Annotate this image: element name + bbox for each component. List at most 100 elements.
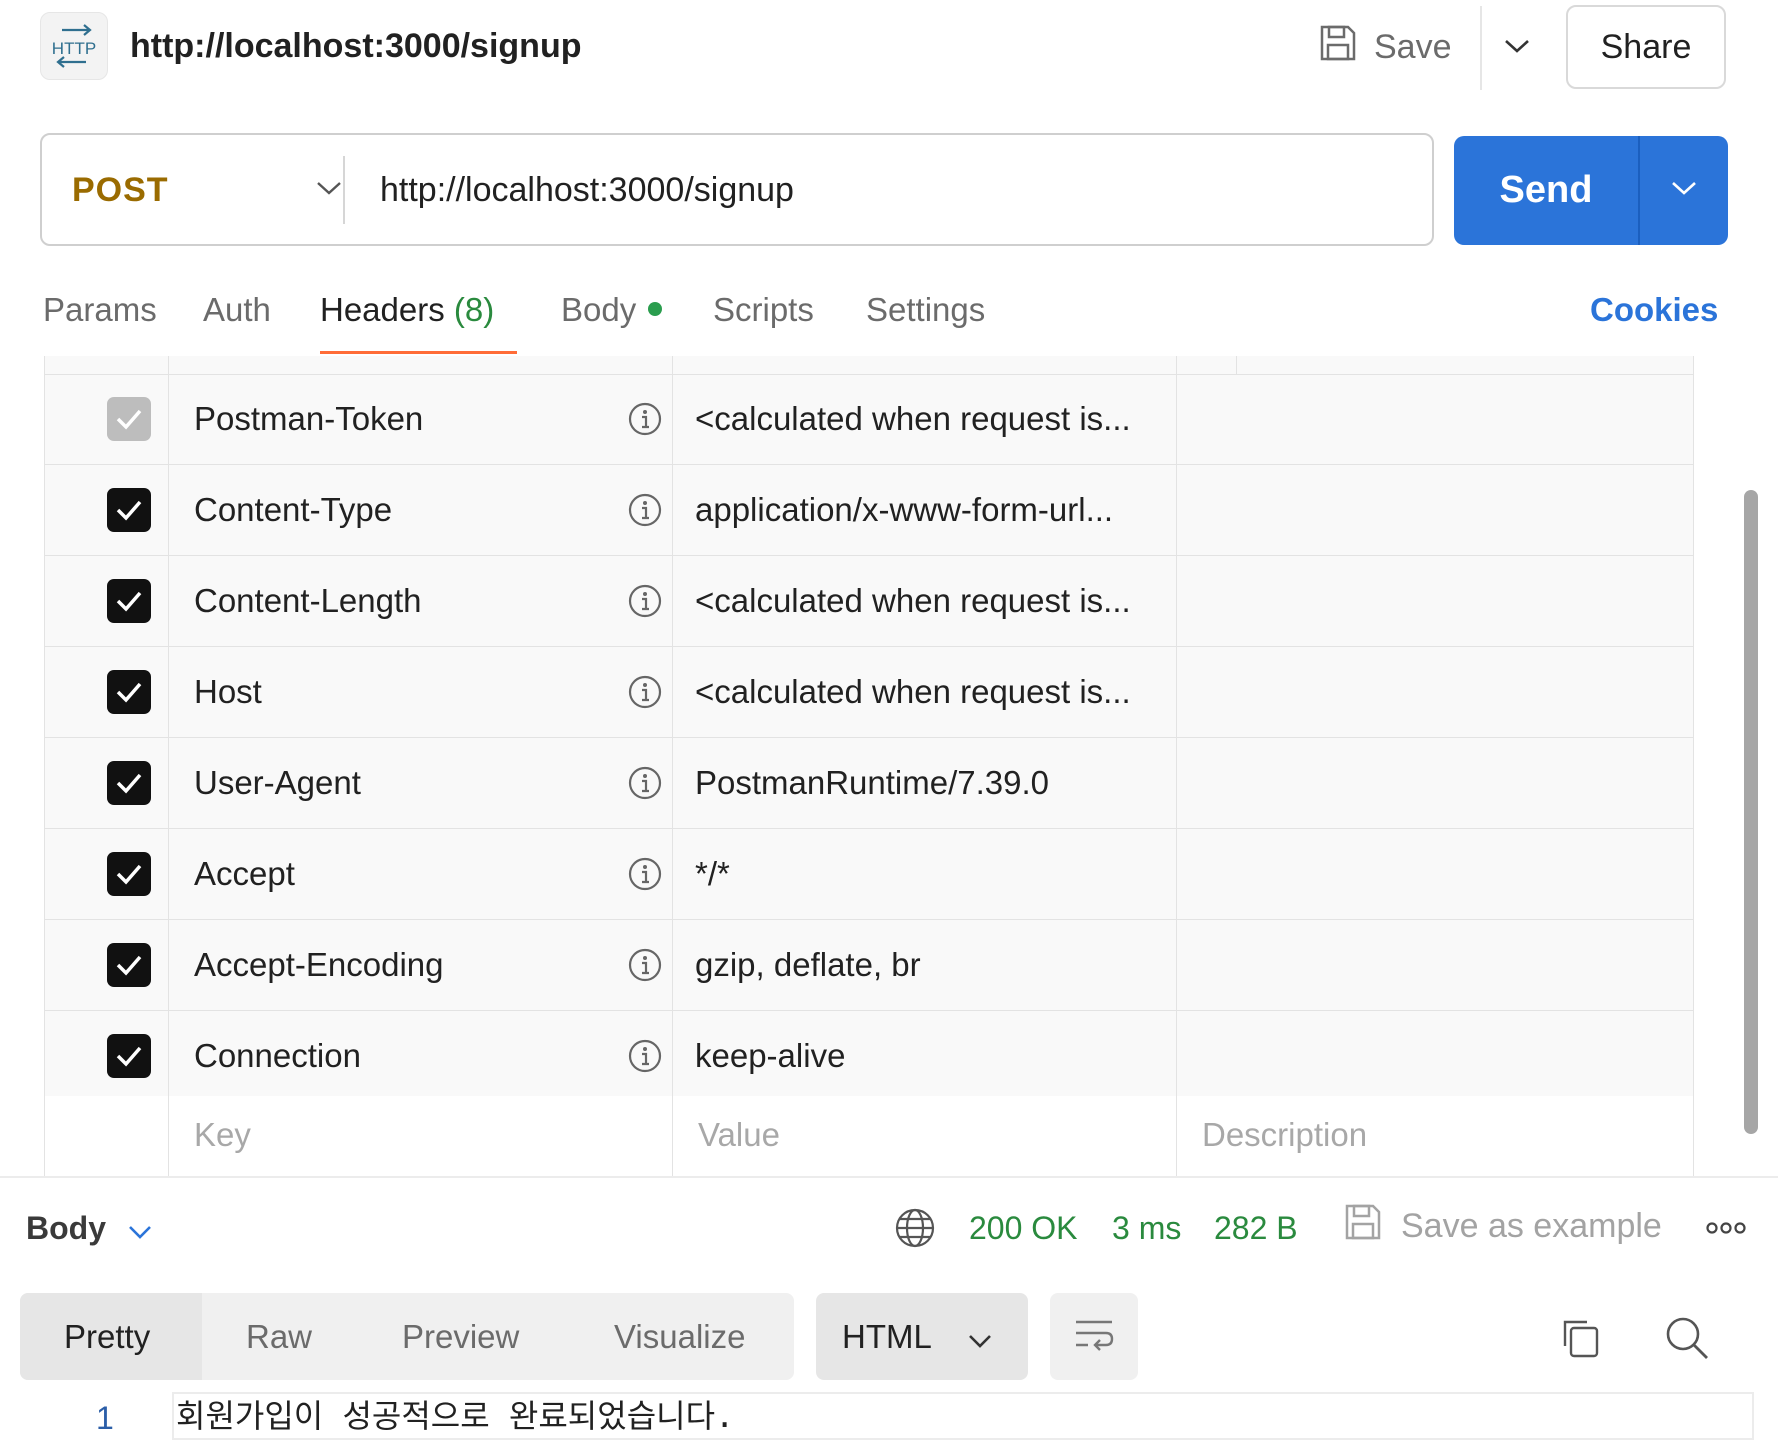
save-button[interactable]: Save xyxy=(1318,16,1452,78)
description-input[interactable]: Description xyxy=(1202,1096,1367,1174)
header-value[interactable]: */* xyxy=(695,829,1175,919)
header-value[interactable]: application/x-www-form-url... xyxy=(695,465,1175,555)
tab-headers[interactable]: Headers (8) xyxy=(320,286,494,334)
wrap-lines-button[interactable] xyxy=(1050,1293,1138,1380)
divider xyxy=(1480,6,1482,90)
status-code[interactable]: 200 OK xyxy=(969,1198,1078,1258)
wrap-lines-icon xyxy=(1072,1316,1116,1357)
save-icon xyxy=(1343,1202,1383,1251)
response-size[interactable]: 282 B xyxy=(1214,1198,1298,1258)
header-key[interactable]: Accept xyxy=(194,829,295,919)
table-row: Accept */* xyxy=(45,829,1693,920)
response-body-text[interactable]: 회원가입이 성공적으로 완료되었습니다. xyxy=(176,1388,734,1444)
header-value[interactable]: <calculated when request is... xyxy=(695,556,1175,646)
table-row: Connection keep-alive xyxy=(45,1011,1693,1102)
table-row: Host <calculated when request is... xyxy=(45,647,1693,738)
divider xyxy=(343,156,345,224)
send-options-button[interactable] xyxy=(1640,136,1728,245)
header-value[interactable]: <calculated when request is... xyxy=(695,374,1175,464)
response-view-tabs: Pretty Raw Preview Visualize xyxy=(20,1293,794,1380)
chevron-down-icon xyxy=(1671,180,1697,201)
tab-scripts[interactable]: Scripts xyxy=(713,286,814,334)
copy-icon[interactable] xyxy=(1553,1310,1609,1366)
tab-settings[interactable]: Settings xyxy=(866,286,985,334)
header-enabled-checkbox[interactable] xyxy=(107,761,151,805)
table-row xyxy=(45,356,1693,375)
info-icon[interactable] xyxy=(627,583,663,619)
header-enabled-checkbox[interactable] xyxy=(107,1034,151,1078)
search-icon[interactable] xyxy=(1659,1310,1715,1366)
header-key[interactable]: Host xyxy=(194,647,262,737)
view-raw[interactable]: Raw xyxy=(246,1293,312,1380)
http-protocol-icon: HTTP xyxy=(40,12,108,80)
header-key[interactable]: Connection xyxy=(194,1011,361,1101)
info-icon[interactable] xyxy=(627,1038,663,1074)
format-label: HTML xyxy=(842,1317,932,1355)
active-tab-indicator xyxy=(320,351,517,354)
svg-text:HTTP: HTTP xyxy=(52,39,96,58)
header-key[interactable]: Content-Length xyxy=(194,556,422,646)
info-icon[interactable] xyxy=(627,765,663,801)
headers-count-badge: (8) xyxy=(453,291,495,328)
info-icon[interactable] xyxy=(627,674,663,710)
header-enabled-checkbox[interactable] xyxy=(107,397,151,441)
tab-auth[interactable]: Auth xyxy=(203,286,271,334)
scrollbar-thumb[interactable] xyxy=(1744,490,1758,1134)
header-enabled-checkbox[interactable] xyxy=(107,943,151,987)
header-key[interactable]: Postman-Token xyxy=(194,374,423,464)
tab-body-label: Body xyxy=(561,291,637,328)
table-row: User-Agent PostmanRuntime/7.39.0 xyxy=(45,738,1693,829)
globe-icon[interactable] xyxy=(894,1207,936,1254)
chevron-down-icon xyxy=(316,180,342,201)
tab-body[interactable]: Body xyxy=(561,286,663,334)
line-number: 1 xyxy=(96,1400,114,1436)
save-as-example-label: Save as example xyxy=(1401,1206,1662,1245)
header-value[interactable]: <calculated when request is... xyxy=(695,647,1175,737)
share-button[interactable]: Share xyxy=(1566,5,1726,89)
table-row: Accept-Encoding gzip, deflate, br xyxy=(45,920,1693,1011)
table-row: Content-Length <calculated when request … xyxy=(45,556,1693,647)
save-icon xyxy=(1318,23,1358,72)
request-title[interactable]: http://localhost:3000/signup xyxy=(130,22,581,70)
key-input[interactable]: Key xyxy=(194,1096,251,1174)
header-value[interactable]: keep-alive xyxy=(695,1011,1175,1101)
divider xyxy=(0,1176,1778,1178)
chevron-down-icon xyxy=(968,1318,992,1356)
header-key[interactable]: Content-Type xyxy=(194,465,392,555)
tab-headers-label: Headers xyxy=(320,291,445,328)
value-input[interactable]: Value xyxy=(698,1096,780,1174)
more-options-icon[interactable] xyxy=(1704,1206,1748,1250)
cookies-link[interactable]: Cookies xyxy=(1590,286,1718,334)
response-section-select[interactable]: Body xyxy=(26,1198,152,1258)
method-select[interactable]: POST xyxy=(72,150,342,230)
info-icon[interactable] xyxy=(627,947,663,983)
tab-params[interactable]: Params xyxy=(43,286,157,334)
url-input[interactable]: http://localhost:3000/signup xyxy=(380,150,1410,230)
response-section-label: Body xyxy=(26,1209,106,1246)
response-time[interactable]: 3 ms xyxy=(1112,1198,1181,1258)
save-label: Save xyxy=(1374,27,1452,66)
info-icon[interactable] xyxy=(627,401,663,437)
header-enabled-checkbox[interactable] xyxy=(107,579,151,623)
send-button[interactable]: Send xyxy=(1454,136,1638,245)
header-enabled-checkbox[interactable] xyxy=(107,488,151,532)
header-enabled-checkbox[interactable] xyxy=(107,852,151,896)
save-options-button[interactable] xyxy=(1492,20,1542,76)
table-row: Postman-Token <calculated when request i… xyxy=(45,374,1693,465)
headers-table: Postman-Token <calculated when request i… xyxy=(44,356,1694,1177)
info-icon[interactable] xyxy=(627,492,663,528)
view-preview[interactable]: Preview xyxy=(402,1293,519,1380)
view-visualize[interactable]: Visualize xyxy=(614,1293,745,1380)
method-label: POST xyxy=(72,170,169,209)
send-button-group: Send xyxy=(1454,136,1728,245)
view-pretty[interactable]: Pretty xyxy=(64,1293,150,1380)
header-value[interactable]: gzip, deflate, br xyxy=(695,920,1175,1010)
save-as-example-button[interactable]: Save as example xyxy=(1343,1196,1662,1256)
header-value[interactable]: PostmanRuntime/7.39.0 xyxy=(695,738,1175,828)
header-key[interactable]: Accept-Encoding xyxy=(194,920,443,1010)
format-select[interactable]: HTML xyxy=(816,1293,1028,1380)
header-key[interactable]: User-Agent xyxy=(194,738,361,828)
chevron-down-icon xyxy=(128,1210,152,1247)
header-enabled-checkbox[interactable] xyxy=(107,670,151,714)
info-icon[interactable] xyxy=(627,856,663,892)
